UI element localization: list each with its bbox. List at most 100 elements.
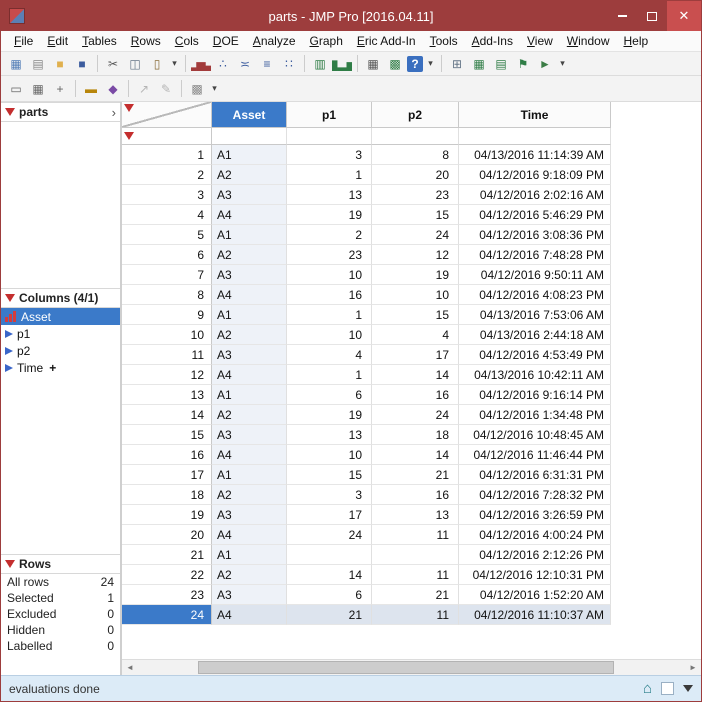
cell-asset[interactable]: A2 <box>212 165 287 185</box>
cell-p2[interactable]: 24 <box>372 405 459 425</box>
cell-asset[interactable]: A1 <box>212 225 287 245</box>
cell-asset[interactable]: A1 <box>212 385 287 405</box>
cell-time[interactable]: 04/12/2016 5:46:29 PM <box>459 205 611 225</box>
minimize-button[interactable] <box>607 1 637 31</box>
cell-p1[interactable]: 19 <box>287 205 372 225</box>
row-number-cell[interactable]: 3 <box>122 185 212 205</box>
cell-p2[interactable]: 14 <box>372 445 459 465</box>
cell-time[interactable]: 04/12/2016 2:12:26 PM <box>459 545 611 565</box>
graph-builder-icon[interactable]: ▥ <box>310 54 330 74</box>
cell-p1[interactable]: 1 <box>287 305 372 325</box>
cell-time[interactable]: 04/12/2016 12:10:31 PM <box>459 565 611 585</box>
cell-time[interactable]: 04/12/2016 9:50:11 AM <box>459 265 611 285</box>
cell-asset[interactable]: A2 <box>212 245 287 265</box>
cut-icon[interactable]: ✂ <box>103 54 123 74</box>
cell-p1[interactable]: 13 <box>287 185 372 205</box>
copy-icon[interactable]: ◫ <box>125 54 145 74</box>
menu-tables[interactable]: Tables <box>75 32 124 50</box>
matched-pairs-icon[interactable]: ≍ <box>235 54 255 74</box>
tabulate-icon[interactable]: ▦ <box>363 54 383 74</box>
row-number-cell[interactable]: 8 <box>122 285 212 305</box>
select-tool-icon[interactable]: ▭ <box>6 79 26 99</box>
columns-panel-menu-icon[interactable] <box>5 294 15 302</box>
move-tool-icon[interactable]: + <box>50 79 70 99</box>
scrollbar-thumb[interactable] <box>198 661 614 674</box>
toolbar1-dropdown-icon[interactable]: ▾ <box>425 54 436 74</box>
paste-dropdown-icon[interactable]: ▾ <box>169 54 180 74</box>
cell-time[interactable]: 04/13/2016 10:42:11 AM <box>459 365 611 385</box>
help-icon[interactable]: ? <box>407 55 423 72</box>
table-corner-cell[interactable] <box>122 102 212 128</box>
menu-graph[interactable]: Graph <box>303 32 350 50</box>
scroll-right-icon[interactable]: ► <box>685 660 701 675</box>
row-number-cell[interactable]: 13 <box>122 385 212 405</box>
cell-p1[interactable]: 19 <box>287 405 372 425</box>
cell-asset[interactable]: A2 <box>212 565 287 585</box>
cell-p2[interactable]: 11 <box>372 605 459 625</box>
row-number-cell[interactable]: 7 <box>122 265 212 285</box>
cell-p1[interactable]: 6 <box>287 385 372 405</box>
cell-time[interactable]: 04/12/2016 4:53:49 PM <box>459 345 611 365</box>
row-number-cell[interactable]: 18 <box>122 485 212 505</box>
summary-icon[interactable]: ▦ <box>469 54 489 74</box>
cell-asset[interactable]: A1 <box>212 305 287 325</box>
toolbar2-dropdown-icon[interactable]: ▾ <box>209 79 220 99</box>
cell-asset[interactable]: A3 <box>212 345 287 365</box>
column-header-p1[interactable]: p1 <box>287 102 372 128</box>
rows-stat-selected[interactable]: Selected 1 <box>1 590 120 606</box>
row-number-cell[interactable]: 11 <box>122 345 212 365</box>
window-list-icon[interactable] <box>683 685 693 692</box>
menu-tools[interactable]: Tools <box>423 32 465 50</box>
cell-p1[interactable] <box>287 545 372 565</box>
cell-p2[interactable]: 14 <box>372 365 459 385</box>
distribution-icon[interactable]: ▂▅▃ <box>191 54 211 74</box>
column-item-p2[interactable]: p2 <box>1 342 120 359</box>
cell-time[interactable]: 04/12/2016 10:48:45 AM <box>459 425 611 445</box>
cell-time[interactable]: 04/12/2016 6:31:31 PM <box>459 465 611 485</box>
table-panel-header[interactable]: parts › <box>1 102 120 122</box>
menu-eric-add-in[interactable]: Eric Add-In <box>350 32 423 50</box>
cell-p1[interactable]: 2 <box>287 225 372 245</box>
cell-asset[interactable]: A1 <box>212 465 287 485</box>
row-number-cell[interactable]: 23 <box>122 585 212 605</box>
cell-p2[interactable]: 21 <box>372 585 459 605</box>
flag-icon[interactable]: ⚑ <box>513 54 533 74</box>
cell-p2[interactable]: 11 <box>372 565 459 585</box>
row-number-cell[interactable]: 17 <box>122 465 212 485</box>
multivariate-icon[interactable]: ∷ <box>279 54 299 74</box>
save-icon[interactable]: ■ <box>72 54 92 74</box>
cell-p2[interactable]: 16 <box>372 485 459 505</box>
snapshot-icon[interactable]: ◆ <box>103 79 123 99</box>
cell-time[interactable]: 04/13/2016 11:14:39 AM <box>459 145 611 165</box>
cube-view-icon[interactable]: ▩ <box>187 79 207 99</box>
data-filter-icon[interactable]: ⊞ <box>447 54 467 74</box>
menu-edit[interactable]: Edit <box>40 32 75 50</box>
row-number-cell[interactable]: 19 <box>122 505 212 525</box>
cell-p2[interactable]: 16 <box>372 385 459 405</box>
cell-p1[interactable]: 3 <box>287 485 372 505</box>
rows-stat-labelled[interactable]: Labelled 0 <box>1 638 120 654</box>
new-journal-icon[interactable]: ▤ <box>28 54 48 74</box>
row-number-cell[interactable]: 22 <box>122 565 212 585</box>
row-number-cell[interactable]: 24 <box>122 605 212 625</box>
paste-icon[interactable]: ▯ <box>147 54 167 74</box>
cell-p1[interactable]: 6 <box>287 585 372 605</box>
cell-asset[interactable]: A2 <box>212 485 287 505</box>
cell-p2[interactable]: 23 <box>372 185 459 205</box>
cell-asset[interactable]: A3 <box>212 425 287 445</box>
column-header-p2[interactable]: p2 <box>372 102 459 128</box>
menu-view[interactable]: View <box>520 32 560 50</box>
panel-expand-icon[interactable]: › <box>112 105 116 120</box>
cell-p1[interactable]: 10 <box>287 445 372 465</box>
cell-p1[interactable]: 15 <box>287 465 372 485</box>
cell-time[interactable]: 04/12/2016 4:00:24 PM <box>459 525 611 545</box>
rows-menu-icon[interactable] <box>124 132 134 140</box>
cell-p2[interactable]: 12 <box>372 245 459 265</box>
row-number-cell[interactable]: 12 <box>122 365 212 385</box>
excel-import-icon[interactable]: ▩ <box>385 54 405 74</box>
rows-stat-excluded[interactable]: Excluded 0 <box>1 606 120 622</box>
cell-asset[interactable]: A3 <box>212 505 287 525</box>
cell-p2[interactable] <box>372 545 459 565</box>
new-data-table-icon[interactable]: ▦ <box>6 54 26 74</box>
row-number-cell[interactable]: 2 <box>122 165 212 185</box>
